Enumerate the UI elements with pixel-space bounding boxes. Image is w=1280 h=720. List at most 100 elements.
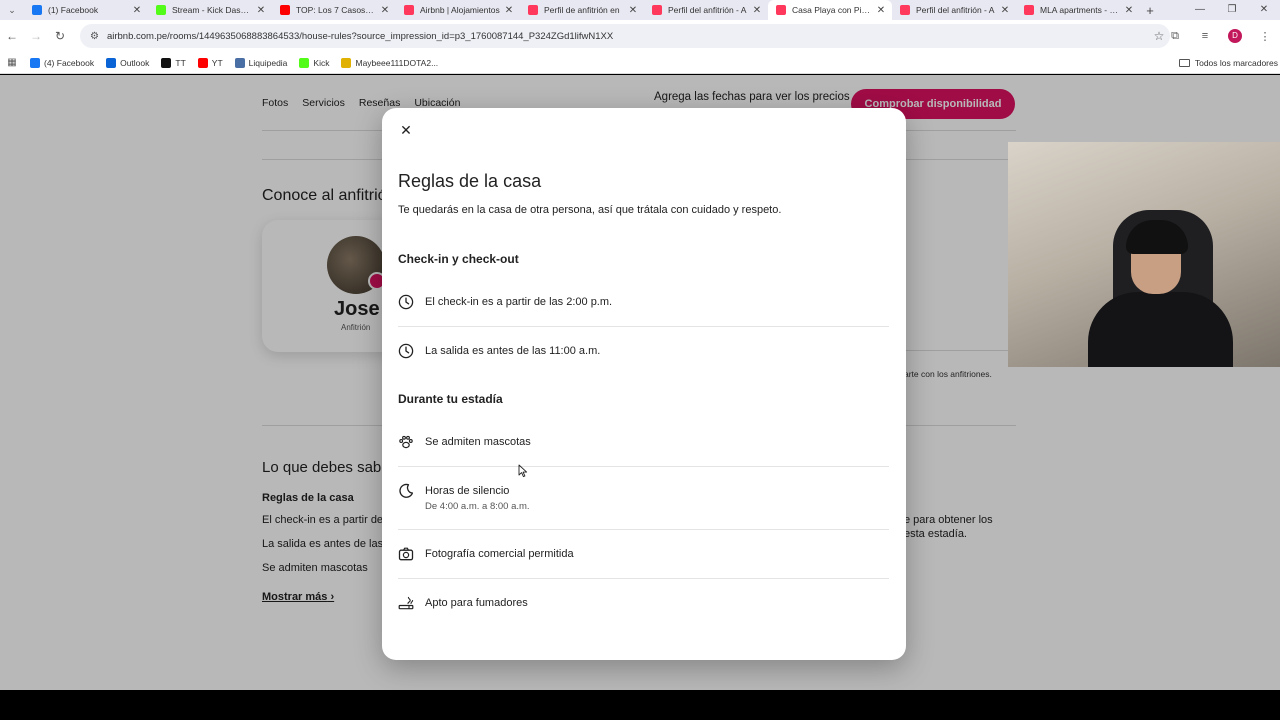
tab-close-icon[interactable]: ✕ — [752, 5, 762, 16]
tab-close-icon[interactable]: ✕ — [504, 5, 514, 16]
tab-close-icon[interactable]: ✕ — [1124, 5, 1134, 16]
restore-icon[interactable]: ❐ — [1216, 0, 1248, 20]
tab-favicon-icon — [652, 5, 662, 15]
modal-subtitle: Te quedarás en la casa de otra persona, … — [398, 204, 782, 216]
profile-avatar[interactable]: D — [1228, 29, 1242, 43]
rule-pets: Se admiten mascotas — [398, 434, 889, 450]
media-controls-icon[interactable]: ≡ — [1190, 30, 1220, 42]
bookmark-label: Outlook — [120, 57, 150, 68]
reload-icon[interactable]: ↻ — [48, 29, 72, 43]
tab-title: TOP: Los 7 Casos de — [296, 5, 376, 15]
address-bar[interactable]: ⚙ airbnb.com.pe/rooms/144963506888386453… — [80, 24, 1170, 48]
rule-text: La salida es antes de las 11:00 a.m. — [425, 345, 601, 357]
tab-title: Perfil del anfitrión - A — [916, 5, 995, 15]
bookmark-label: TT — [175, 57, 186, 68]
tab-close-icon[interactable]: ✕ — [1000, 5, 1010, 16]
tab-close-icon[interactable]: ✕ — [876, 5, 886, 16]
tab-close-icon[interactable]: ✕ — [132, 5, 142, 16]
rule-text: Apto para fumadores — [425, 597, 528, 609]
bookmark-label: YT — [211, 57, 223, 68]
extensions-icon[interactable]: ⧉ — [1160, 30, 1190, 43]
bookmark-item[interactable]: Maybeee111DOTA2... — [341, 57, 439, 68]
site-info-icon[interactable]: ⚙ — [90, 31, 99, 42]
bookmark-favicon-icon — [197, 57, 208, 68]
bookmarks-bar: ▦ (4) Facebook Outlook TT YT Liquipedia Kick M… — [0, 52, 1280, 74]
rule-text: Fotografía comercial permitida — [425, 548, 574, 560]
bookmark-favicon-icon — [341, 57, 352, 68]
rule-smoking: Apto para fumadores — [398, 595, 889, 611]
bookmark-favicon-icon — [106, 57, 117, 68]
tab-title: MLA apartments - Re — [1040, 5, 1120, 15]
back-icon[interactable]: ← — [0, 29, 24, 43]
house-rules-modal: ✕ Reglas de la casa Te quedarás en la ca… — [382, 108, 906, 660]
bookmark-label: Liquipedia — [248, 57, 288, 68]
new-tab-button[interactable]: + — [1140, 3, 1160, 18]
browser-tab[interactable]: Perfil del anfitrión - A ✕ — [892, 0, 1016, 20]
browser-tab[interactable]: TOP: Los 7 Casos de ✕ — [272, 0, 396, 20]
bookmark-item[interactable]: TT — [161, 57, 186, 68]
bookmark-item[interactable]: YT — [197, 57, 223, 68]
tab-title: (1) Facebook — [48, 5, 99, 15]
rule-divider — [398, 326, 889, 327]
forward-icon[interactable]: → — [24, 29, 48, 43]
browser-toolbar: ← → ↻ ⚙ airbnb.com.pe/rooms/144963506888… — [0, 20, 1280, 52]
all-bookmarks-button[interactable]: Todos los marcadores — [1178, 57, 1280, 68]
bookmark-item[interactable]: (4) Facebook — [30, 57, 94, 68]
browser-tab[interactable]: Perfil del anfitrión - A ✕ — [644, 0, 768, 20]
tab-close-icon[interactable]: ✕ — [380, 5, 390, 16]
bookmark-favicon-icon — [161, 57, 172, 68]
section-checkin-heading: Check-in y check-out — [398, 252, 519, 266]
bookmark-label: Maybeee111DOTA2... — [355, 57, 439, 68]
tab-favicon-icon — [776, 5, 786, 15]
rule-text: El check-in es a partir de las 2:00 p.m. — [425, 296, 613, 308]
browser-tab[interactable]: Airbnb | Alojamientos ✕ — [396, 0, 520, 20]
tab-favicon-icon — [528, 5, 538, 15]
tab-title: Casa Playa con Piscina — [792, 5, 872, 15]
rule-divider — [398, 529, 889, 530]
rule-checkin: El check-in es a partir de las 2:00 p.m. — [398, 294, 889, 310]
close-window-icon[interactable]: ✕ — [1248, 0, 1280, 20]
clock-icon — [398, 294, 414, 310]
close-modal-icon[interactable]: ✕ — [396, 120, 416, 140]
tab-title: Airbnb | Alojamientos — [420, 5, 500, 15]
all-bookmarks-label: Todos los marcadores — [1194, 57, 1278, 68]
section-stay-heading: Durante tu estadía — [398, 392, 503, 406]
tab-favicon-icon — [280, 5, 290, 15]
browser-menu-icon[interactable]: ⋮ — [1250, 30, 1280, 43]
bookmark-item[interactable]: Liquipedia — [234, 57, 288, 68]
rule-divider — [398, 578, 889, 579]
bookmark-label: Kick — [313, 57, 330, 68]
webcam-overlay — [1008, 142, 1280, 367]
tab-favicon-icon — [1024, 5, 1034, 15]
browser-tab[interactable]: MLA apartments - Re ✕ — [1016, 0, 1140, 20]
bookmark-item[interactable]: Outlook — [106, 57, 150, 68]
folder-icon — [1178, 58, 1190, 67]
clock-icon — [398, 343, 414, 359]
tab-favicon-icon — [32, 5, 42, 15]
rule-detail: De 4:00 a.m. a 8:00 a.m. — [425, 501, 530, 512]
rule-checkout: La salida es antes de las 11:00 a.m. — [398, 343, 889, 359]
bookmark-item[interactable]: Kick — [299, 57, 330, 68]
tab-favicon-icon — [404, 5, 414, 15]
camera-icon — [398, 547, 414, 561]
bookmark-favicon-icon — [234, 57, 245, 68]
rule-text: Se admiten mascotas — [425, 436, 531, 448]
tab-favicon-icon — [156, 5, 166, 15]
apps-grid-icon[interactable]: ▦ — [0, 57, 24, 68]
paw-icon — [399, 435, 413, 449]
smoking-icon — [398, 596, 414, 610]
tab-close-icon[interactable]: ✕ — [628, 5, 638, 16]
tab-title: Stream - Kick Dashboard — [172, 5, 252, 15]
tab-title: Perfil del anfitrión - A — [668, 5, 747, 15]
tab-search-chevron-icon[interactable]: ⌄ — [0, 5, 24, 16]
minimize-icon[interactable]: — — [1184, 0, 1216, 20]
browser-tab[interactable]: (1) Facebook ✕ — [24, 0, 148, 20]
tab-close-icon[interactable]: ✕ — [256, 5, 266, 16]
rule-text: Horas de silencio — [425, 485, 510, 497]
screen-bottom-bar — [0, 690, 1280, 720]
browser-tab[interactable]: Stream - Kick Dashboard ✕ — [148, 0, 272, 20]
rule-photography: Fotografía comercial permitida — [398, 546, 889, 562]
url-text[interactable]: airbnb.com.pe/rooms/1449635068883864533/… — [107, 31, 1148, 42]
browser-tab[interactable]: Perfil de anfitrión en ✕ — [520, 0, 644, 20]
browser-tab[interactable]: Casa Playa con Piscina ✕ — [768, 0, 892, 20]
